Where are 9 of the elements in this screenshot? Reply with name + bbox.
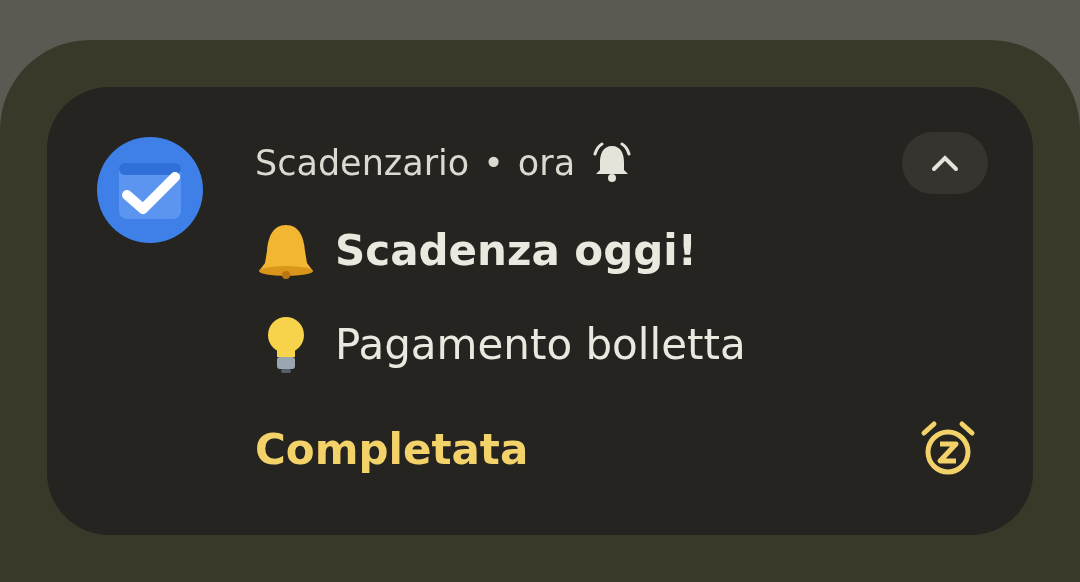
app-name: Scadenzario <box>255 143 470 183</box>
notification-body: Pagamento bolletta <box>335 319 746 369</box>
notification-title: Scadenza oggi! <box>335 225 697 275</box>
notification-card[interactable]: Scadenzario • ora Scadenza oggi! Pagamento bolletta Completata <box>47 87 1033 535</box>
chevron-icon <box>930 153 960 173</box>
calendar-check-icon <box>97 137 203 243</box>
complete-button[interactable]: Completata <box>255 424 529 474</box>
time-label: ora <box>517 143 576 183</box>
separator: • <box>483 143 504 183</box>
